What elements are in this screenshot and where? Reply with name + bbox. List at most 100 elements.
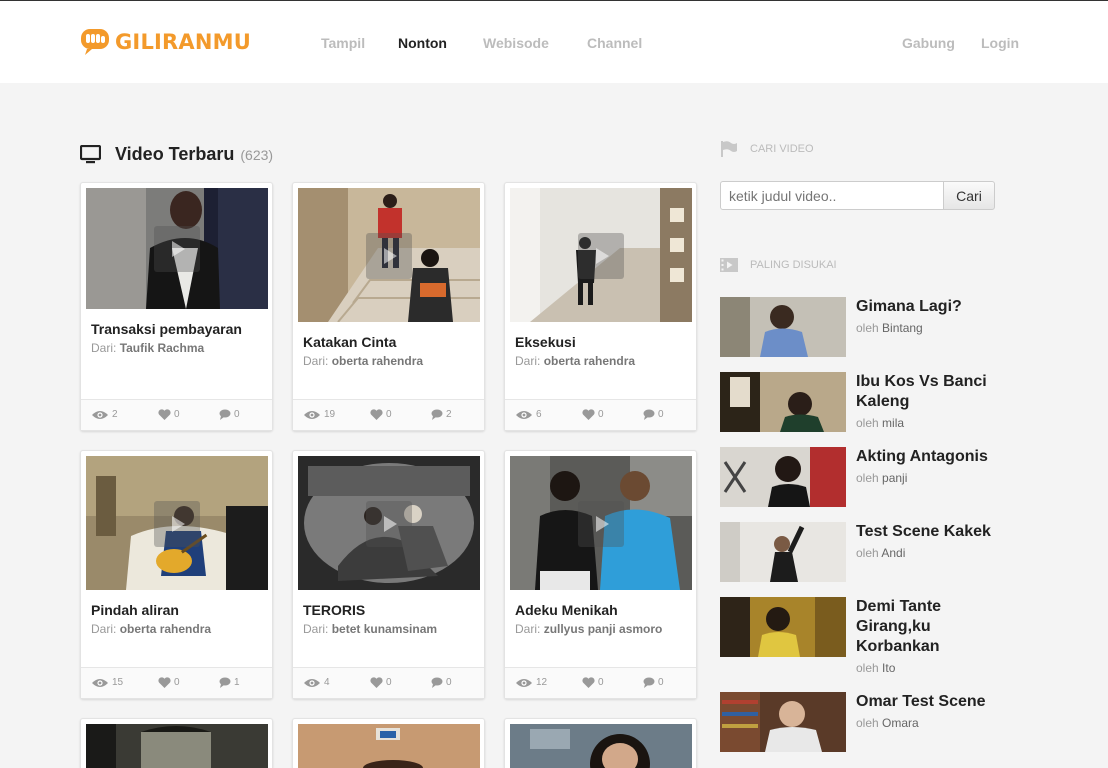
heart-icon	[582, 409, 595, 420]
author-link[interactable]: mila	[882, 416, 904, 430]
author-link[interactable]: Bintang	[882, 321, 923, 335]
video-title[interactable]: TERORIS	[303, 602, 365, 618]
film-icon	[720, 258, 738, 272]
popular-thumbnail[interactable]	[720, 597, 846, 657]
author-link[interactable]: oberta rahendra	[332, 354, 423, 368]
video-title[interactable]: Adeku Menikah	[515, 602, 618, 618]
popular-title[interactable]: Gimana Lagi?	[856, 297, 1011, 317]
video-card[interactable]: Pindah aliran Dari: oberta rahendra 15 0…	[80, 450, 273, 699]
nav-webisode[interactable]: Webisode	[483, 35, 549, 51]
heart-icon	[370, 409, 383, 420]
popular-title[interactable]: Akting Antagonis	[856, 447, 1011, 467]
views-stat: 15	[91, 677, 123, 688]
video-thumbnail[interactable]	[510, 188, 692, 322]
video-thumbnail-image	[86, 724, 268, 768]
popular-author: oleh panji	[856, 471, 908, 485]
video-title[interactable]: Transaksi pembayaran	[91, 321, 242, 337]
popular-author: oleh Ito	[856, 661, 896, 675]
popular-thumbnail-image	[720, 597, 846, 657]
video-card[interactable]	[504, 718, 697, 768]
popular-thumbnail[interactable]	[720, 447, 846, 507]
popular-item[interactable]: Akting Antagonis oleh panji	[720, 447, 1010, 507]
likes-stat: 0	[370, 409, 392, 420]
popular-thumbnail[interactable]	[720, 372, 846, 432]
nav-channel[interactable]: Channel	[587, 35, 642, 51]
author-link[interactable]: zullyus panji asmoro	[544, 622, 663, 636]
search-input[interactable]	[720, 181, 944, 210]
heart-icon	[370, 677, 383, 688]
video-card[interactable]	[292, 718, 485, 768]
author-link[interactable]: Taufik Rachma	[120, 341, 204, 355]
author-link[interactable]: oberta rahendra	[120, 622, 211, 636]
author-link[interactable]: oberta rahendra	[544, 354, 635, 368]
video-thumbnail[interactable]	[86, 188, 268, 309]
comment-icon	[643, 409, 655, 420]
author-link[interactable]: betet kunamsinam	[332, 622, 437, 636]
author-link[interactable]: Ito	[882, 661, 895, 675]
video-thumbnail[interactable]	[510, 456, 692, 590]
play-button[interactable]	[578, 233, 624, 279]
popular-item[interactable]: Test Scene Kakek oleh Andi	[720, 522, 1010, 582]
author-link[interactable]: panji	[882, 471, 907, 485]
popular-thumbnail[interactable]	[720, 692, 846, 752]
views-stat: 6	[515, 409, 542, 420]
eye-icon	[304, 678, 320, 687]
play-button[interactable]	[154, 501, 200, 547]
play-button[interactable]	[366, 233, 412, 279]
play-button[interactable]	[578, 501, 624, 547]
search-heading: CARI VIDEO	[720, 140, 814, 158]
video-title[interactable]: Eksekusi	[515, 334, 576, 350]
video-thumbnail[interactable]	[86, 724, 268, 768]
video-thumbnail[interactable]	[510, 724, 692, 768]
likes-stat: 0	[582, 409, 604, 420]
video-author: Dari: Taufik Rachma	[91, 341, 205, 355]
popular-item[interactable]: Gimana Lagi? oleh Bintang	[720, 297, 1010, 357]
popular-thumbnail[interactable]	[720, 297, 846, 357]
author-link[interactable]: Andi	[881, 546, 905, 560]
video-card[interactable]: TERORIS Dari: betet kunamsinam 4 0 0	[292, 450, 485, 699]
popular-title[interactable]: Demi Tante Girang,ku Korbankan	[856, 597, 1011, 657]
popular-author: oleh Bintang	[856, 321, 923, 335]
video-card[interactable]: Transaksi pembayaran Dari: Taufik Rachma…	[80, 182, 273, 431]
popular-title[interactable]: Ibu Kos Vs Banci Kaleng	[856, 372, 1011, 412]
popular-item[interactable]: Ibu Kos Vs Banci Kaleng oleh mila	[720, 372, 1010, 432]
popular-thumbnail-image	[720, 372, 846, 432]
search-heading-label: CARI VIDEO	[750, 143, 814, 155]
nav-nonton[interactable]: Nonton	[398, 35, 447, 51]
video-card[interactable]: Adeku Menikah Dari: zullyus panji asmoro…	[504, 450, 697, 699]
join-link[interactable]: Gabung	[902, 35, 955, 51]
popular-author: oleh mila	[856, 416, 905, 430]
nav-tampil[interactable]: Tampil	[321, 35, 365, 51]
comments-stat: 0	[219, 409, 240, 420]
play-button[interactable]	[154, 226, 200, 272]
video-card[interactable]: Eksekusi Dari: oberta rahendra 6 0 0	[504, 182, 697, 431]
popular-title[interactable]: Omar Test Scene	[856, 692, 1011, 712]
video-thumbnail[interactable]	[86, 456, 268, 590]
popular-thumbnail[interactable]	[720, 522, 846, 582]
video-title[interactable]: Katakan Cinta	[303, 334, 396, 350]
video-thumbnail[interactable]	[298, 188, 480, 322]
eye-icon	[92, 678, 108, 687]
video-thumbnail-image	[510, 724, 692, 768]
popular-author: oleh Omara	[856, 716, 919, 730]
video-card[interactable]	[80, 718, 273, 768]
flag-icon	[721, 141, 737, 157]
heart-icon	[158, 677, 171, 688]
search-button[interactable]: Cari	[943, 181, 995, 210]
author-link[interactable]: Omara	[882, 716, 919, 730]
site-logo[interactable]: GILIRANMU	[80, 27, 251, 57]
play-button[interactable]	[366, 501, 412, 547]
login-link[interactable]: Login	[981, 35, 1019, 51]
video-title[interactable]: Pindah aliran	[91, 602, 179, 618]
likes-stat: 0	[582, 677, 604, 688]
comments-stat: 2	[431, 409, 452, 420]
views-stat: 4	[303, 677, 330, 688]
video-thumbnail[interactable]	[298, 724, 480, 768]
popular-title[interactable]: Test Scene Kakek	[856, 522, 1011, 542]
popular-item[interactable]: Omar Test Scene oleh Omara	[720, 692, 1010, 752]
video-thumbnail[interactable]	[298, 456, 480, 590]
popular-item[interactable]: Demi Tante Girang,ku Korbankan oleh Ito	[720, 597, 1011, 675]
section-title: Video Terbaru (623)	[80, 142, 273, 166]
video-card[interactable]: Katakan Cinta Dari: oberta rahendra 19 0…	[292, 182, 485, 431]
views-stat: 12	[515, 677, 547, 688]
